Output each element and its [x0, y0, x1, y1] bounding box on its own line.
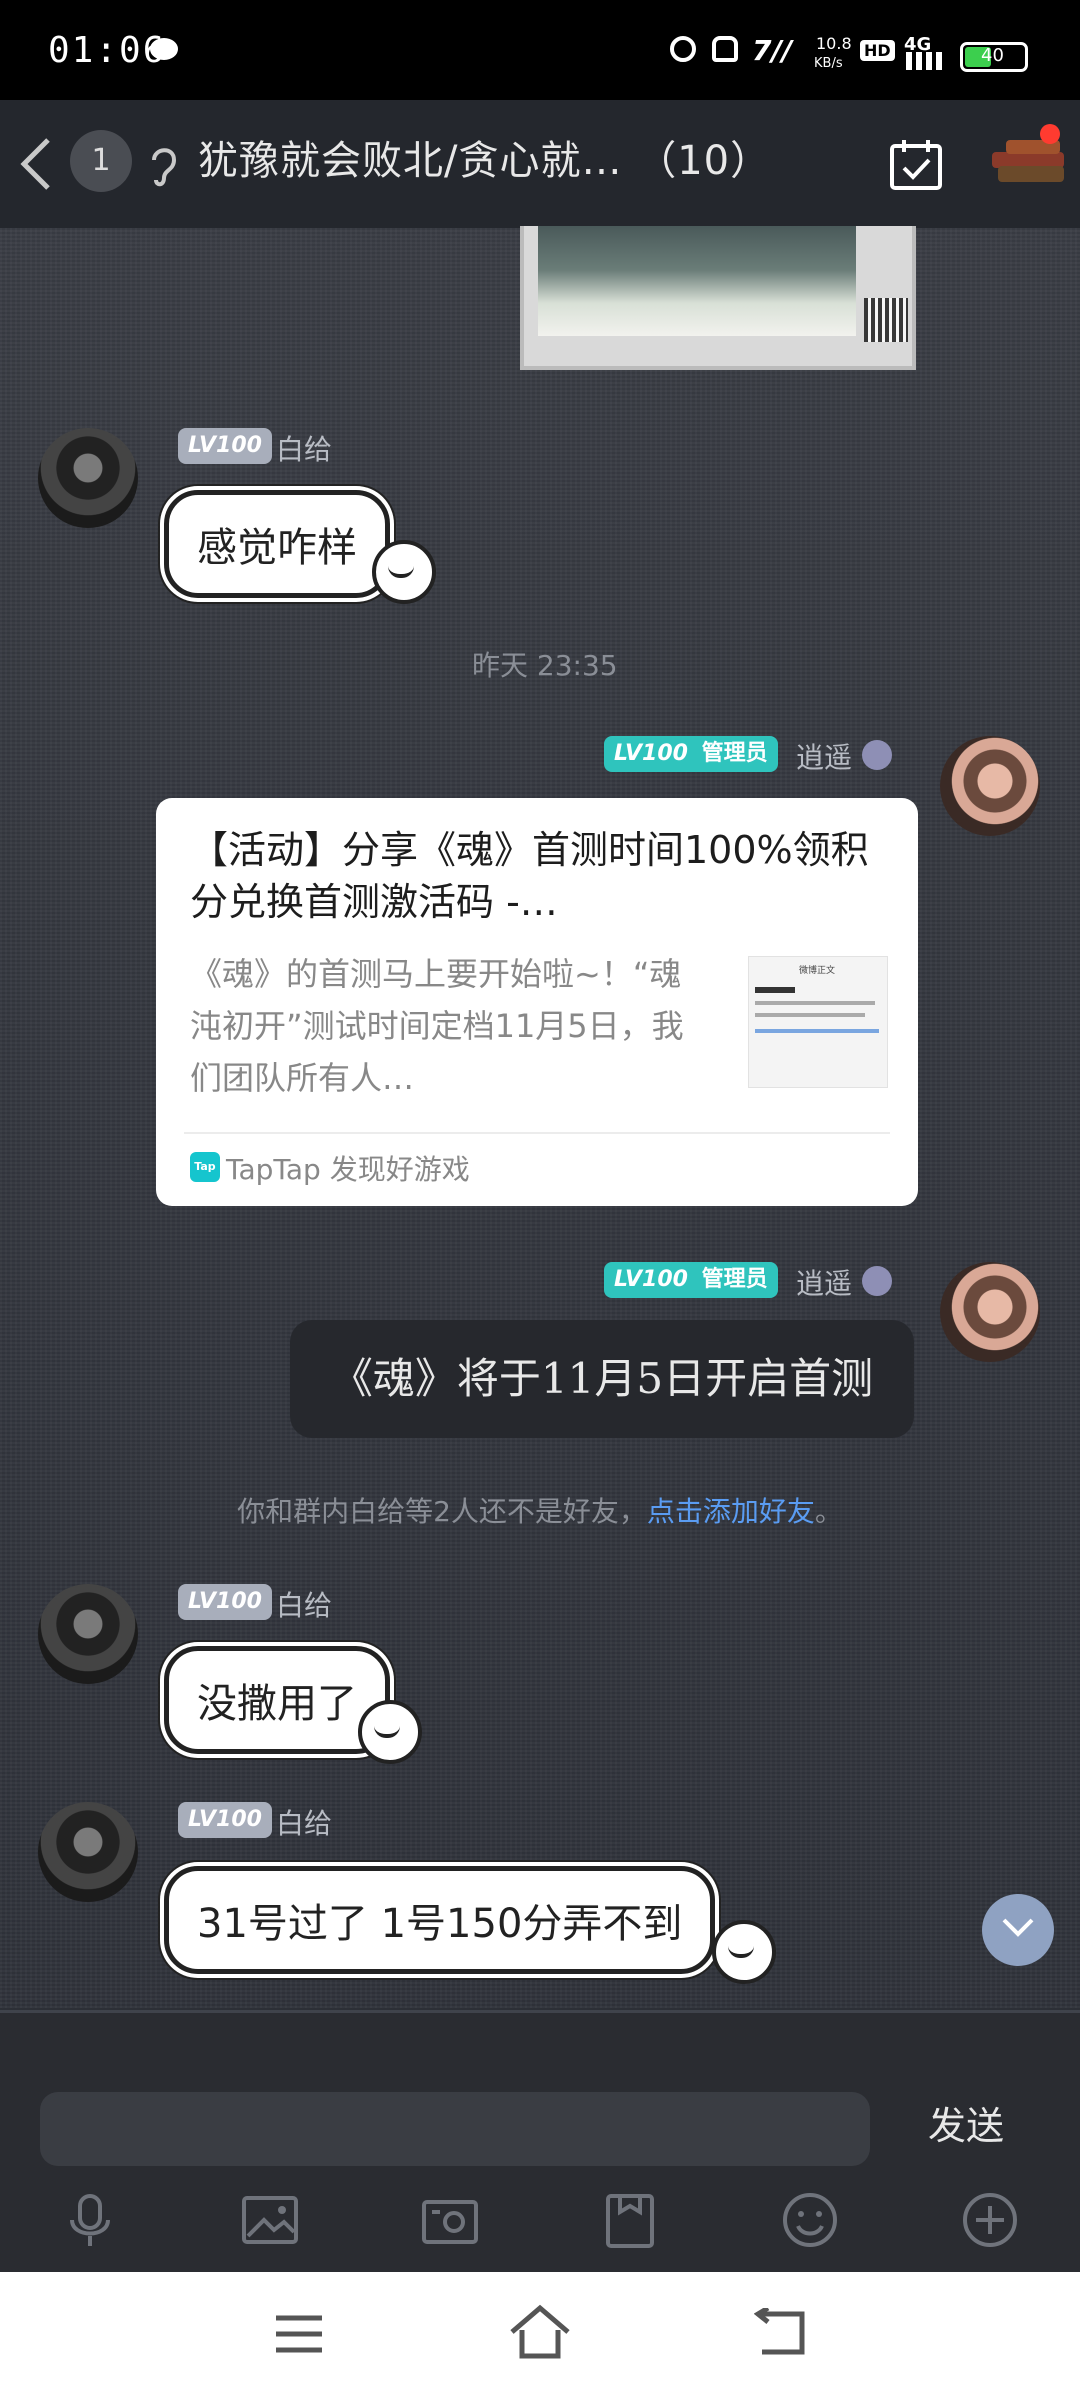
chat-bubble-icon: [150, 38, 178, 60]
menu-icon[interactable]: [274, 2312, 324, 2356]
level-badge: LV100: [178, 428, 272, 464]
mic-icon[interactable]: [60, 2190, 120, 2250]
calendar-check-icon[interactable]: [888, 136, 944, 192]
back-icon[interactable]: [18, 136, 54, 192]
ear-icon[interactable]: [146, 144, 180, 190]
avatar[interactable]: [38, 1584, 138, 1684]
level-badge: LV100: [178, 1584, 272, 1620]
unread-badge[interactable]: 1: [70, 130, 132, 192]
message-bubble[interactable]: 31号过了 1号150分弄不到: [164, 1866, 716, 1974]
role-badge: 管理员: [701, 741, 768, 766]
notice-end: 。: [814, 1495, 843, 1528]
mute-icon: [712, 36, 738, 62]
qr-code-icon: [864, 298, 908, 342]
level-badge: LV100 管理员: [604, 1262, 778, 1298]
battery-icon: 40: [960, 42, 1028, 72]
status-bar: 01:06 7// 10.8 KB/s HD 4G 40: [0, 0, 1080, 100]
taptap-icon: Tap: [190, 1152, 220, 1182]
image-content: [538, 226, 856, 336]
message-text: 31号过了 1号150分弄不到: [197, 1901, 683, 1947]
card-title: 【活动】分享《魂》首测时间100%领积分兑换首测激活码 -…: [190, 828, 869, 924]
notification-dot: [1040, 124, 1060, 144]
message-text: 没撒用了: [197, 1681, 357, 1727]
card-source: TapTap 发现好游戏: [226, 1153, 470, 1186]
sticker-face-icon: [358, 1700, 422, 1764]
sender-name[interactable]: 逍遥: [796, 1262, 852, 1302]
avatar[interactable]: [38, 1802, 138, 1902]
sticker-face-icon: [372, 540, 436, 604]
image-icon[interactable]: [240, 2190, 300, 2250]
level-badge: LV100: [178, 1802, 272, 1838]
unread-count: 1: [91, 143, 111, 178]
message-bubble[interactable]: 没撒用了: [164, 1646, 390, 1754]
share-card[interactable]: 【活动】分享《魂》首测时间100%领积分兑换首测激活码 -… 《魂》的首测马上要…: [156, 798, 918, 1206]
card-divider: [184, 1132, 890, 1134]
message-input[interactable]: [40, 2092, 870, 2166]
net-speed: 10.8: [816, 34, 852, 53]
admin-icon: [862, 740, 892, 770]
image-message[interactable]: [520, 226, 916, 370]
avatar[interactable]: [940, 736, 1040, 836]
sender-name[interactable]: 逍遥: [796, 736, 852, 776]
home-icon[interactable]: [508, 2304, 572, 2360]
card-thumbnail: 微博正文: [748, 956, 888, 1088]
signal-icon: [906, 52, 950, 70]
plus-icon[interactable]: [960, 2190, 1020, 2250]
battery-level: 40: [981, 45, 1004, 66]
send-button[interactable]: 发送: [922, 2094, 1010, 2151]
message-bubble[interactable]: 《魂》将于11月5日开启首测: [290, 1320, 914, 1438]
timestamp: 昨天 23:35: [472, 649, 618, 682]
back-nav-icon[interactable]: [754, 2308, 808, 2356]
net-speed-unit: KB/s: [814, 56, 843, 71]
level-badge: LV100 管理员: [604, 736, 778, 772]
role-badge: 管理员: [701, 1267, 768, 1292]
avatar[interactable]: [38, 428, 138, 528]
sender-name[interactable]: 白给: [276, 1584, 332, 1624]
hd-badge: HD: [860, 40, 895, 61]
file-icon[interactable]: [600, 2190, 660, 2250]
friend-notice: 你和群内白给等2人还不是好友，点击添加好友。: [0, 1490, 1080, 1530]
message-bubble[interactable]: 感觉咋样: [164, 490, 390, 598]
emoji-icon[interactable]: [780, 2190, 840, 2250]
scroll-down-button[interactable]: [982, 1894, 1054, 1966]
alarm-icon: [670, 36, 696, 62]
camera-icon[interactable]: [420, 2190, 480, 2250]
notice-text: 你和群内白给等2人还不是好友，: [237, 1495, 647, 1528]
message-text: 《魂》将于11月5日开启首测: [330, 1354, 874, 1403]
status-time: 01:06: [48, 30, 167, 71]
message-text: 感觉咋样: [197, 525, 357, 571]
thumbnail-title: 微博正文: [799, 966, 836, 976]
sender-name[interactable]: 白给: [276, 1802, 332, 1842]
books-icon[interactable]: [988, 124, 1068, 194]
avatar[interactable]: [940, 1262, 1040, 1362]
scroll-down-icon: [1002, 1918, 1034, 1937]
add-friend-link[interactable]: 点击添加好友: [647, 1495, 815, 1528]
sender-name[interactable]: 白给: [276, 428, 332, 468]
sticker-face-icon: [712, 1920, 776, 1984]
card-description: 《魂》的首测马上要开始啦~！“魂沌初开”测试时间定档11月5日，我们团队所有人…: [190, 955, 684, 1097]
admin-icon: [862, 1266, 892, 1296]
carrier-icon: 7//: [752, 34, 792, 67]
chat-title: 犹豫就会败北/贪心就… （10）: [198, 138, 772, 184]
